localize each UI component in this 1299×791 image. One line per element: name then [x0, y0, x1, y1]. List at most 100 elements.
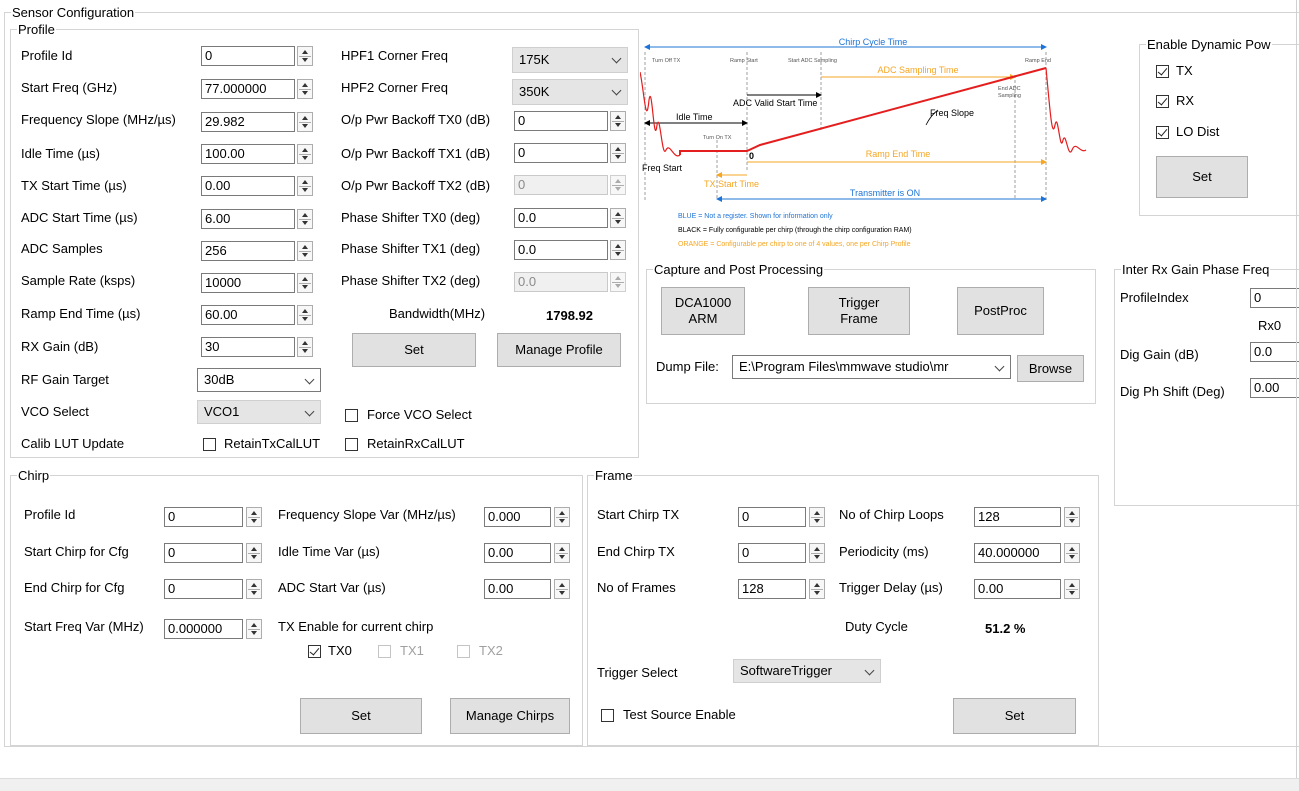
- end-chirp-tx-input[interactable]: 0: [738, 543, 806, 563]
- trigger-delay-input[interactable]: 0.00: [974, 579, 1061, 599]
- trigger-select-dropdown[interactable]: SoftwareTrigger: [733, 659, 881, 683]
- profile-set-button[interactable]: Set: [352, 333, 476, 367]
- periodicity-spinner[interactable]: [1064, 543, 1080, 563]
- trigger-frame-button[interactable]: Trigger Frame: [808, 287, 910, 335]
- sample-rate-spinner[interactable]: [297, 273, 313, 293]
- start-chirp-spinner[interactable]: [246, 543, 262, 563]
- backoff-tx2-spinner[interactable]: [610, 175, 626, 195]
- test-source-enable-checkbox[interactable]: [601, 709, 614, 722]
- dynamic-lo-checkbox[interactable]: [1156, 126, 1169, 139]
- postproc-button[interactable]: PostProc: [957, 287, 1044, 335]
- backoff-tx1-input[interactable]: 0: [514, 143, 608, 163]
- ramp-end-time-input[interactable]: 60.00: [201, 305, 295, 325]
- dynamic-rx-label: RX: [1176, 93, 1195, 108]
- num-frames-input[interactable]: 128: [738, 579, 806, 599]
- retain-tx-cal-lut-checkbox[interactable]: [203, 438, 216, 451]
- dynamic-power-set-button[interactable]: Set: [1156, 156, 1248, 198]
- chevron-down-icon: [611, 53, 622, 64]
- phase-tx2-input[interactable]: 0.0: [514, 272, 608, 292]
- duty-cycle-value: 51.2 %: [985, 621, 1026, 636]
- end-chirp-tx-spinner[interactable]: [809, 543, 825, 563]
- num-frames-spinner[interactable]: [809, 579, 825, 599]
- phase-tx1-input[interactable]: 0.0: [514, 240, 608, 260]
- tx-start-time-input[interactable]: 0.00: [201, 176, 295, 196]
- tx2-checkbox[interactable]: [457, 645, 470, 658]
- start-chirp-tx-input[interactable]: 0: [738, 507, 806, 527]
- sample-rate-input[interactable]: 10000: [201, 273, 295, 293]
- adc-start-time-input[interactable]: 6.00: [201, 209, 295, 229]
- backoff-tx0-input[interactable]: 0: [514, 111, 608, 131]
- browse-button[interactable]: Browse: [1017, 355, 1084, 382]
- manage-chirps-button[interactable]: Manage Chirps: [450, 698, 570, 734]
- tx0-checkbox[interactable]: [308, 645, 321, 658]
- adc-start-var-spinner[interactable]: [554, 579, 570, 599]
- start-freq-spinner[interactable]: [297, 79, 313, 99]
- profile-index-input[interactable]: 0: [1250, 288, 1299, 308]
- trigger-select-label: Trigger Select: [597, 665, 678, 680]
- rx-gain-spinner[interactable]: [297, 337, 313, 357]
- chirp-profile-id-spinner[interactable]: [246, 507, 262, 527]
- start-freq-input[interactable]: 77.000000: [201, 79, 295, 99]
- hpf2-select[interactable]: 350K: [512, 79, 628, 105]
- freq-slope-input[interactable]: 29.982: [201, 112, 295, 132]
- adc-start-time-spinner[interactable]: [297, 209, 313, 229]
- adc-samples-spinner[interactable]: [297, 241, 313, 261]
- freq-slope-spinner[interactable]: [297, 112, 313, 132]
- end-chirp-spinner[interactable]: [246, 579, 262, 599]
- chirp-loops-input[interactable]: 128: [974, 507, 1061, 527]
- vco-select-dropdown[interactable]: VCO1: [197, 400, 321, 424]
- adc-start-var-input[interactable]: 0.00: [484, 579, 551, 599]
- phase-tx0-input[interactable]: 0.0: [514, 208, 608, 228]
- rf-gain-target-label: RF Gain Target: [21, 372, 109, 387]
- retain-rx-cal-lut-checkbox[interactable]: [345, 438, 358, 451]
- freq-slope-var-spinner[interactable]: [554, 507, 570, 527]
- chirp-profile-id-input[interactable]: 0: [164, 507, 243, 527]
- sample-rate-label: Sample Rate (ksps): [21, 273, 136, 288]
- profile-id-spinner[interactable]: [297, 46, 313, 66]
- freq-slope-var-input[interactable]: 0.000: [484, 507, 551, 527]
- phase-tx2-spinner[interactable]: [610, 272, 626, 292]
- force-vco-select-checkbox[interactable]: [345, 409, 358, 422]
- start-chirp-tx-spinner[interactable]: [809, 507, 825, 527]
- start-chirp-input[interactable]: 0: [164, 543, 243, 563]
- tx1-checkbox[interactable]: [378, 645, 391, 658]
- backoff-tx1-spinner[interactable]: [610, 143, 626, 163]
- phase-tx0-spinner[interactable]: [610, 208, 626, 228]
- manage-profile-button[interactable]: Manage Profile: [497, 333, 621, 367]
- dump-file-label: Dump File:: [656, 359, 719, 374]
- start-freq-var-input[interactable]: 0.000000: [164, 619, 243, 639]
- tx2-label: TX2: [479, 643, 503, 658]
- start-freq-var-label: Start Freq Var (MHz): [24, 619, 144, 634]
- dynamic-tx-checkbox[interactable]: [1156, 65, 1169, 78]
- dca1000-arm-button[interactable]: DCA1000 ARM: [661, 287, 745, 335]
- chirp-loops-spinner[interactable]: [1064, 507, 1080, 527]
- trigger-delay-spinner[interactable]: [1064, 579, 1080, 599]
- periodicity-input[interactable]: 40.000000: [974, 543, 1061, 563]
- idle-time-var-spinner[interactable]: [554, 543, 570, 563]
- dig-ph-shift-input[interactable]: 0.00: [1250, 378, 1299, 398]
- end-adc-sampling-label: End ADC: [998, 86, 1021, 92]
- dig-ph-shift-label: Dig Ph Shift (Deg): [1120, 384, 1225, 399]
- rf-gain-target-select[interactable]: 30dB: [197, 368, 321, 392]
- frame-set-button[interactable]: Set: [953, 698, 1076, 734]
- dig-gain-input[interactable]: 0.0: [1250, 342, 1299, 362]
- idle-time-var-input[interactable]: 0.00: [484, 543, 551, 563]
- adc-samples-input[interactable]: 256: [201, 241, 295, 261]
- hpf1-label: HPF1 Corner Freq: [341, 48, 448, 63]
- tx-start-time-spinner[interactable]: [297, 176, 313, 196]
- start-freq-var-spinner[interactable]: [246, 619, 262, 639]
- chirp-set-button[interactable]: Set: [300, 698, 422, 734]
- dynamic-rx-checkbox[interactable]: [1156, 95, 1169, 108]
- idle-time-spinner[interactable]: [297, 144, 313, 164]
- backoff-tx0-spinner[interactable]: [610, 111, 626, 131]
- idle-time-input[interactable]: 100.00: [201, 144, 295, 164]
- end-chirp-input[interactable]: 0: [164, 579, 243, 599]
- phase-tx1-spinner[interactable]: [610, 240, 626, 260]
- dump-file-select[interactable]: E:\Program Files\mmwave studio\mr: [732, 355, 1011, 379]
- profile-id-input[interactable]: 0: [201, 46, 295, 66]
- calib-lut-label: Calib LUT Update: [21, 436, 125, 451]
- backoff-tx2-input[interactable]: 0: [514, 175, 608, 195]
- rx-gain-input[interactable]: 30: [201, 337, 295, 357]
- ramp-end-time-spinner[interactable]: [297, 305, 313, 325]
- hpf1-select[interactable]: 175K: [512, 47, 628, 73]
